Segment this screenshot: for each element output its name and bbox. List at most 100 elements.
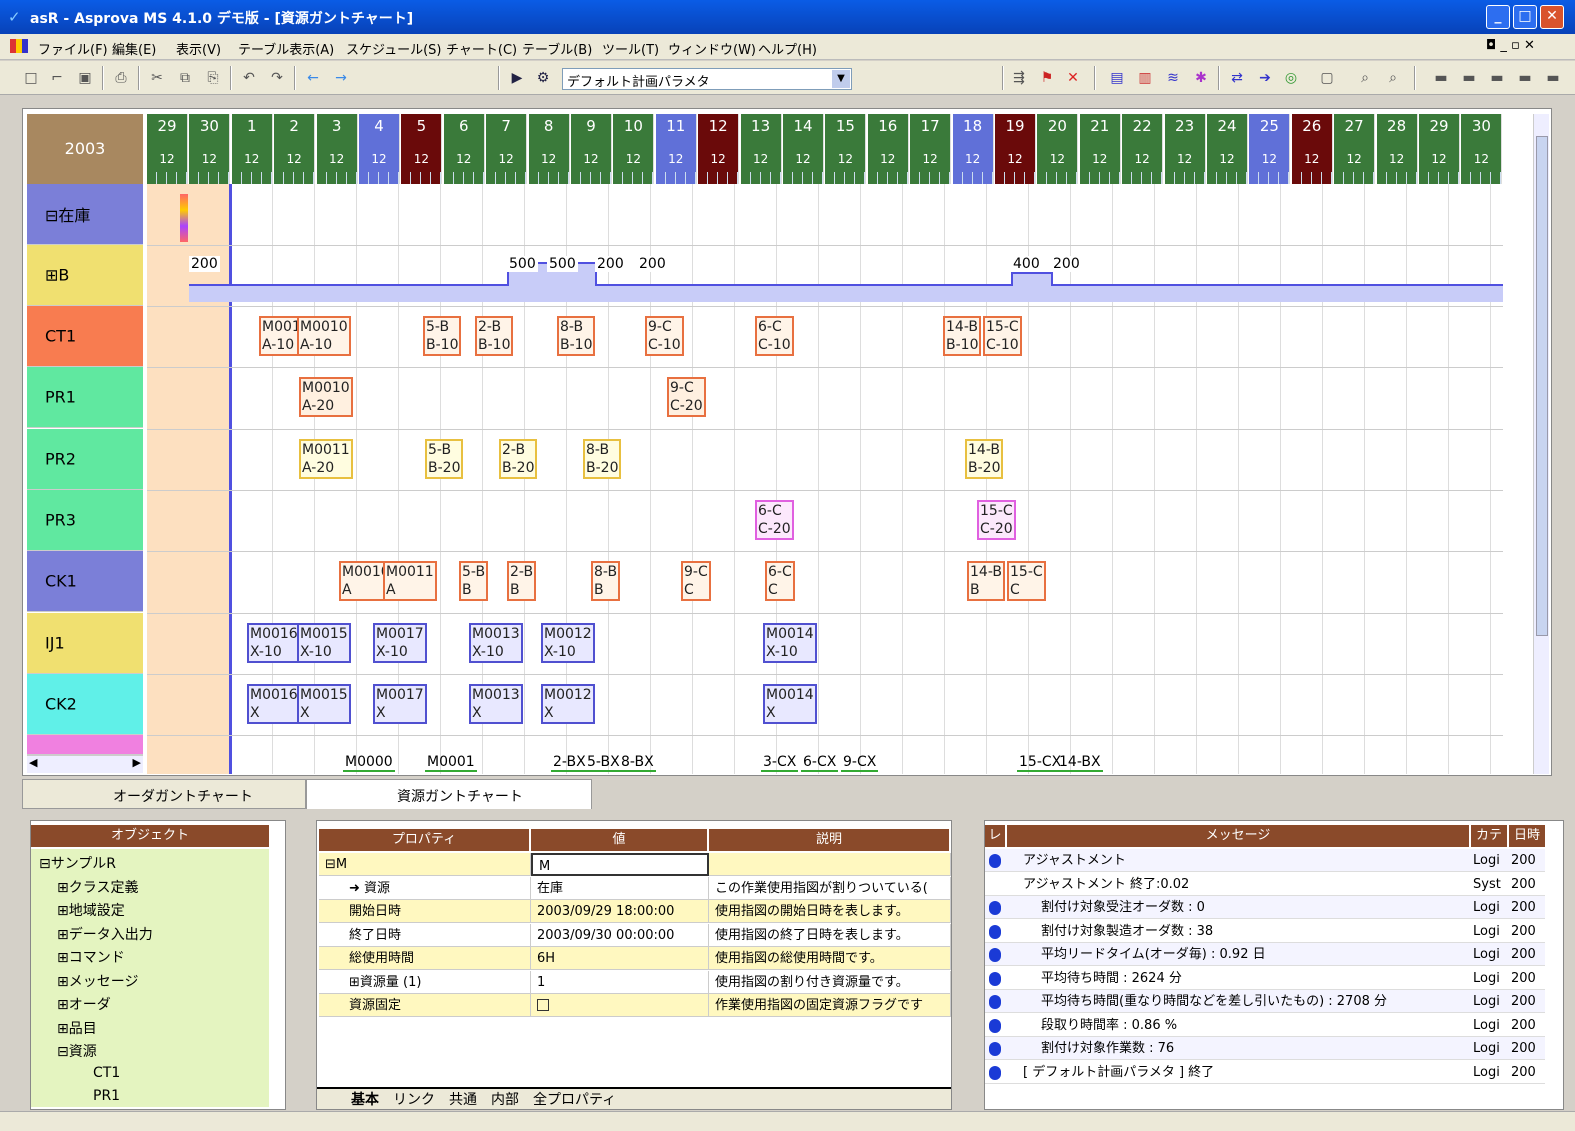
tab-resource-gantt[interactable]: 資源ガントチャート: [306, 779, 592, 809]
swap-icon[interactable]: ⇄: [1228, 69, 1246, 87]
operation-label[interactable]: M0001: [425, 754, 477, 772]
property-tab[interactable]: リンク: [393, 1092, 435, 1108]
resource-row[interactable]: [27, 735, 143, 755]
property-value[interactable]: 2003/09/30 00:00:00: [531, 923, 709, 947]
layout5-icon[interactable]: ▬: [1544, 69, 1562, 87]
tree-item[interactable]: PR1: [93, 1088, 120, 1104]
tab-order-gantt[interactable]: オーダガントチャート: [22, 779, 306, 809]
operation-block[interactable]: 2-B B-10: [475, 316, 514, 356]
operation-block[interactable]: M0015 X: [297, 684, 351, 724]
operation-block[interactable]: M0014 X: [763, 684, 817, 724]
operation-block[interactable]: M0016 X: [247, 684, 301, 724]
operation-block[interactable]: 2-B B-20: [499, 439, 538, 479]
tree-item[interactable]: ⊞地域設定: [57, 900, 125, 920]
operation-block[interactable]: 14-B B: [967, 561, 1005, 601]
tree-item[interactable]: ⊞オーダ: [57, 994, 111, 1014]
operation-block[interactable]: 9-C C-20: [667, 377, 706, 417]
doc-icon[interactable]: [10, 39, 28, 53]
property-value[interactable]: M: [531, 853, 709, 876]
operation-label[interactable]: 9-CX: [841, 754, 879, 772]
operation-block[interactable]: M0010 A-10: [297, 316, 351, 356]
operation-label[interactable]: M0000: [343, 754, 395, 772]
property-tab[interactable]: 全プロパティ: [533, 1092, 616, 1108]
copy-icon[interactable]: ⧉: [176, 69, 194, 87]
save-icon[interactable]: ▣: [76, 69, 94, 87]
operation-block[interactable]: 6-C C-20: [755, 500, 794, 540]
schedule-param-icon[interactable]: ⚙: [534, 69, 552, 87]
operation-block[interactable]: 5-B B-10: [423, 316, 462, 356]
property-value[interactable]: 6H: [531, 947, 709, 970]
property-tab[interactable]: 基本: [351, 1092, 379, 1108]
operation-block[interactable]: 5-B B-20: [425, 439, 464, 479]
operation-label[interactable]: 14-BX: [1057, 754, 1103, 772]
layout3-icon[interactable]: ▬: [1488, 69, 1506, 87]
chart4-icon[interactable]: ✱: [1192, 69, 1210, 87]
operation-block[interactable]: M0017 X: [373, 684, 427, 724]
menu-item[interactable]: 表示(V): [176, 39, 221, 58]
new-file-icon[interactable]: □: [22, 69, 40, 87]
tree-item[interactable]: CT1: [93, 1065, 120, 1081]
schedule-param-select[interactable]: デフォルト計画パラメタ ▼: [562, 68, 852, 90]
tree-item[interactable]: ⊟サンプルR: [39, 853, 116, 873]
undo-icon[interactable]: ↶: [240, 69, 258, 87]
property-value[interactable]: 2003/09/29 18:00:00: [531, 900, 709, 923]
back-arrow-icon[interactable]: ←: [304, 69, 322, 87]
resource-row[interactable]: PR3: [27, 490, 143, 551]
property-value[interactable]: 在庫: [531, 876, 709, 900]
globe-icon[interactable]: ◎: [1282, 69, 1300, 87]
chart2-icon[interactable]: ▥: [1136, 69, 1154, 87]
scrollbar-thumb[interactable]: [1536, 136, 1548, 636]
tree-item[interactable]: ⊞コマンド: [57, 947, 125, 967]
operation-block[interactable]: M0010 A-20: [299, 377, 353, 417]
operation-label[interactable]: 5-BX: [585, 754, 622, 772]
property-value[interactable]: [531, 994, 709, 1017]
menu-item[interactable]: ヘルプ(H): [758, 39, 817, 58]
operation-block[interactable]: 8-B B-10: [557, 316, 596, 356]
layout2-icon[interactable]: ▬: [1460, 69, 1478, 87]
operation-block[interactable]: 6-C C: [765, 561, 795, 601]
operation-block[interactable]: 14-B B-10: [943, 316, 982, 356]
operation-block[interactable]: 15-C C-10: [983, 316, 1022, 356]
flag-icon[interactable]: ⚑: [1038, 69, 1056, 87]
resource-row[interactable]: ⊟在庫: [27, 184, 143, 245]
menu-item[interactable]: ウィンドウ(W): [668, 39, 756, 58]
resource-row[interactable]: CK1: [27, 551, 143, 612]
chart-icon[interactable]: ▤: [1108, 69, 1126, 87]
print-icon[interactable]: ⎙: [112, 69, 130, 87]
delete-icon[interactable]: ✕: [1064, 69, 1082, 87]
zoom-in-icon[interactable]: ⌕: [1356, 69, 1374, 87]
operation-block[interactable]: M0014 X-10: [763, 623, 817, 663]
operation-block[interactable]: M0016 X-10: [247, 623, 301, 663]
tree-item[interactable]: ⊞品目: [57, 1018, 97, 1038]
operation-block[interactable]: M0013 X: [469, 684, 523, 724]
operation-label[interactable]: 2-BX: [551, 754, 588, 772]
arrow-icon[interactable]: ➔: [1256, 69, 1274, 87]
operation-block[interactable]: M0012 X-10: [541, 623, 595, 663]
open-file-icon[interactable]: ⌐: [48, 69, 66, 87]
vertical-scrollbar[interactable]: [1533, 114, 1549, 774]
operation-block[interactable]: 5-B B: [459, 561, 489, 601]
operation-block[interactable]: 15-C C-20: [977, 500, 1016, 540]
layout1-icon[interactable]: ▬: [1432, 69, 1450, 87]
tree-item[interactable]: ⊞クラス定義: [57, 877, 138, 897]
menu-item[interactable]: 編集(E): [112, 39, 156, 58]
operation-block[interactable]: 6-C C-10: [755, 316, 794, 356]
mdi-restore-icon[interactable]: ◘ _ ▫ ✕: [1486, 38, 1535, 53]
operation-label[interactable]: 3-CX: [761, 754, 799, 772]
operation-block[interactable]: M0013 X-10: [469, 623, 523, 663]
property-value[interactable]: 1: [531, 970, 709, 994]
maximize-button[interactable]: □: [1513, 5, 1537, 29]
operation-block[interactable]: 8-B B: [591, 561, 621, 601]
reschedule-icon[interactable]: ▶: [508, 69, 526, 87]
menu-item[interactable]: テーブル(B): [522, 39, 592, 58]
redo-icon[interactable]: ↷: [268, 69, 286, 87]
operation-block[interactable]: 8-B B-20: [583, 439, 622, 479]
operation-block[interactable]: M0011 A-20: [299, 439, 353, 479]
operation-block[interactable]: M0011 A: [383, 561, 437, 601]
horizontal-scrollbar[interactable]: ◀ ▶: [27, 755, 143, 773]
checkbox-unchecked[interactable]: [537, 999, 549, 1011]
operation-block[interactable]: 9-C C-10: [645, 316, 684, 356]
resource-row[interactable]: PR1: [27, 367, 143, 428]
window-icon[interactable]: ▢: [1318, 69, 1336, 87]
property-tab[interactable]: 共通: [449, 1092, 477, 1108]
